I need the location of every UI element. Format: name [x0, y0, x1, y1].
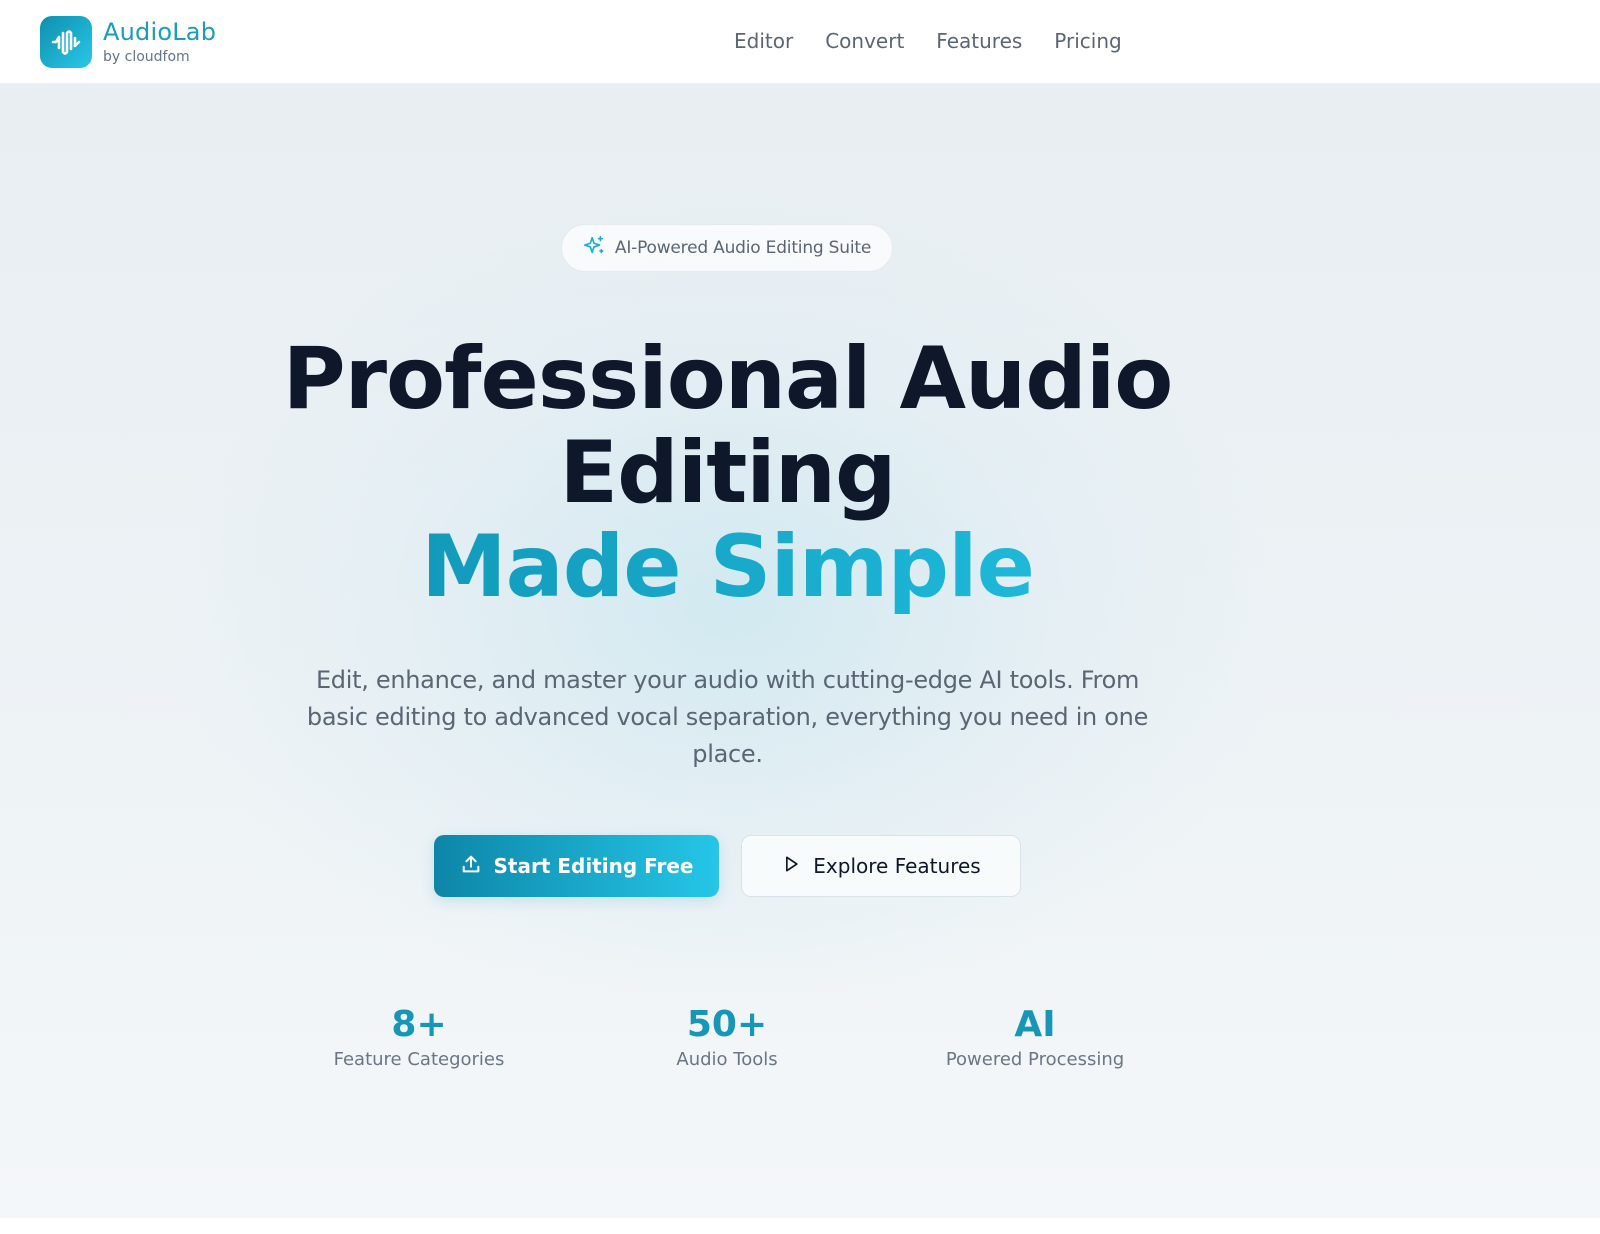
stat-value: 8+	[391, 1004, 447, 1045]
brand-name: AudioLab	[103, 18, 217, 46]
stat-label: Powered Processing	[945, 1049, 1125, 1070]
stat-ai-processing: AI Powered Processing	[905, 1004, 1165, 1072]
brand-tagline: by cloudfom	[103, 49, 190, 65]
headline-line-1: Professional Audio	[282, 329, 1174, 429]
explore-features-label: Explore Features	[813, 854, 981, 878]
stat-audio-tools: 50+ Audio Tools	[597, 1004, 857, 1072]
waveform-icon	[40, 16, 92, 68]
start-editing-label: Start Editing Free	[493, 854, 694, 878]
stat-feature-categories: 8+ Feature Categories	[289, 1004, 549, 1072]
hero-headline: Professional Audio Editing Made Simple	[200, 332, 1255, 614]
nav-link-editor[interactable]: Editor	[734, 26, 793, 56]
stat-label: Audio Tools	[676, 1049, 778, 1070]
stat-value: AI	[1014, 1004, 1056, 1045]
hero-subtitle: Edit, enhance, and master your audio wit…	[306, 666, 1149, 768]
main-nav: Editor Convert Features Pricing	[734, 26, 1122, 56]
stat-value: 50+	[686, 1004, 768, 1045]
stat-label: Feature Categories	[333, 1049, 505, 1070]
start-editing-button[interactable]: Start Editing Free	[434, 835, 719, 897]
hero-section: AI-Powered Audio Editing Suite Professio…	[0, 84, 1600, 1218]
sparkles-icon	[583, 235, 605, 261]
play-icon	[781, 854, 801, 879]
badge-text: AI-Powered Audio Editing Suite	[614, 238, 872, 258]
nav-link-features[interactable]: Features	[936, 26, 1022, 56]
top-navbar: AudioLab by cloudfom Editor Convert Feat…	[0, 0, 1600, 84]
brand-logo[interactable]: AudioLab by cloudfom	[40, 16, 216, 68]
upload-icon	[460, 853, 482, 880]
headline-line-2: Editing	[559, 423, 896, 523]
headline-accent: Made Simple	[200, 520, 1255, 614]
brand-text: AudioLab by cloudfom	[103, 18, 216, 66]
nav-link-pricing[interactable]: Pricing	[1054, 26, 1121, 56]
explore-features-button[interactable]: Explore Features	[741, 835, 1021, 897]
ai-badge: AI-Powered Audio Editing Suite	[561, 224, 893, 272]
nav-link-convert[interactable]: Convert	[825, 26, 904, 56]
